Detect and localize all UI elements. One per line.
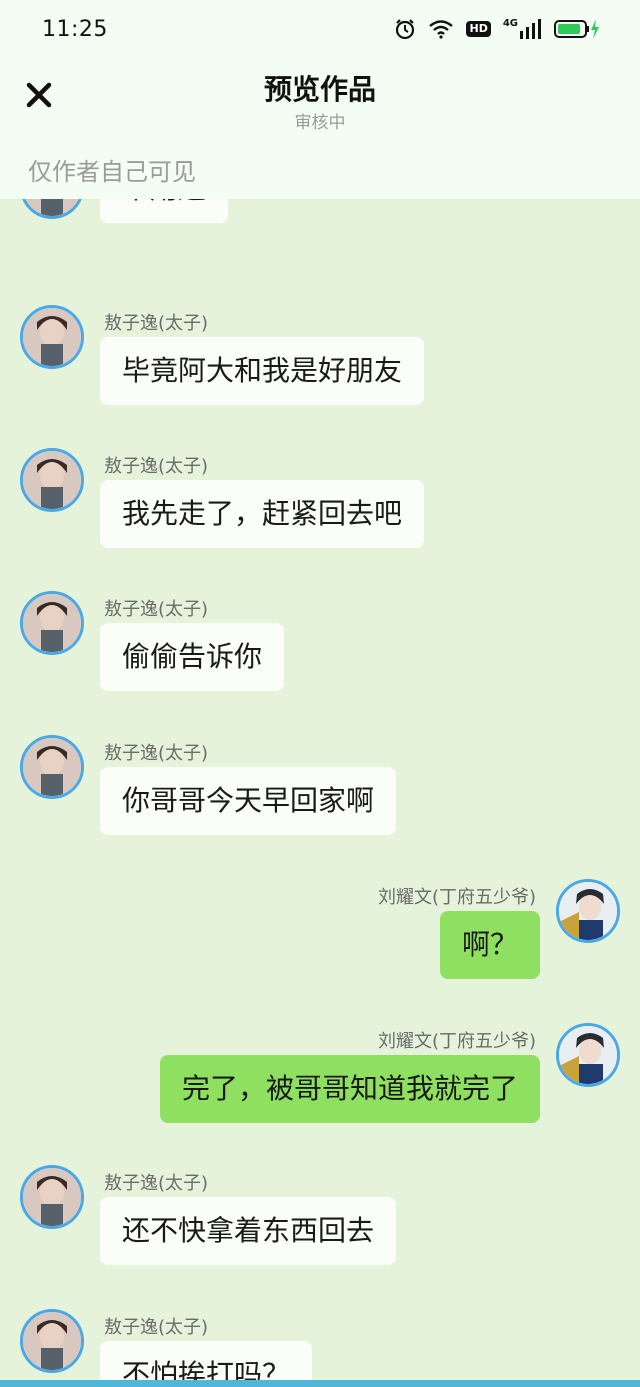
battery-charging-icon: [554, 18, 600, 40]
status-bar: 11:25 HD 4G: [0, 0, 640, 58]
avatar[interactable]: [556, 1023, 620, 1087]
network-label: 4G: [502, 18, 518, 29]
message-bubble[interactable]: 还不快拿着东西回去: [100, 1197, 397, 1265]
visibility-note: 仅作者自己可见: [28, 158, 196, 186]
message-bubble[interactable]: 毕竟阿大和我是好朋友: [100, 337, 425, 405]
avatar[interactable]: [20, 199, 84, 219]
sender-name: 敖子逸(太子): [104, 1317, 209, 1338]
status-time: 11:25: [42, 16, 108, 42]
avatar[interactable]: [20, 448, 84, 512]
sender-name: 敖子逸(太子): [104, 743, 209, 764]
sender-name: 敖子逸(太子): [104, 456, 209, 477]
message-bubble[interactable]: 不用还: [100, 199, 229, 223]
header: 预览作品 审核中 仅作者自己可见: [0, 58, 640, 199]
message-bubble[interactable]: 完了，被哥哥知道我就完了: [159, 1055, 540, 1123]
sender-name: 敖子逸(太子): [104, 313, 209, 334]
alarm-icon: [394, 18, 416, 40]
avatar[interactable]: [20, 1309, 84, 1373]
sender-name: 刘耀文(丁府五少爷): [377, 887, 536, 908]
signal-4g-icon: 4G: [503, 19, 542, 39]
hd-icon: HD: [466, 21, 491, 37]
sender-name: 敖子逸(太子): [104, 1173, 209, 1194]
review-status: 审核中: [294, 113, 346, 133]
page-title: 预览作品: [263, 73, 376, 106]
chat-area[interactable]: 不用还 敖子逸(太子) 毕竟阿大和我是好朋友 敖子逸(太子) 我先走了，赶紧回去…: [0, 199, 640, 1380]
sender-name: 敖子逸(太子): [104, 599, 209, 620]
avatar[interactable]: [20, 735, 84, 799]
avatar[interactable]: [20, 591, 84, 655]
sender-name: 刘耀文(丁府五少爷): [377, 1031, 536, 1052]
avatar[interactable]: [556, 879, 620, 943]
avatar[interactable]: [20, 1165, 84, 1229]
avatar[interactable]: [20, 305, 84, 369]
message-bubble[interactable]: 啊？: [439, 911, 540, 979]
message-bubble[interactable]: 你哥哥今天早回家啊: [100, 767, 397, 835]
message-bubble[interactable]: 偷偷告诉你: [100, 623, 285, 691]
message-bubble[interactable]: 我先走了，赶紧回去吧: [100, 480, 425, 548]
bottom-progress-bar: [0, 1380, 640, 1387]
status-icons: HD 4G: [394, 18, 600, 40]
message-bubble[interactable]: 不怕挨打吗？: [100, 1341, 313, 1380]
wifi-icon: [428, 19, 454, 39]
